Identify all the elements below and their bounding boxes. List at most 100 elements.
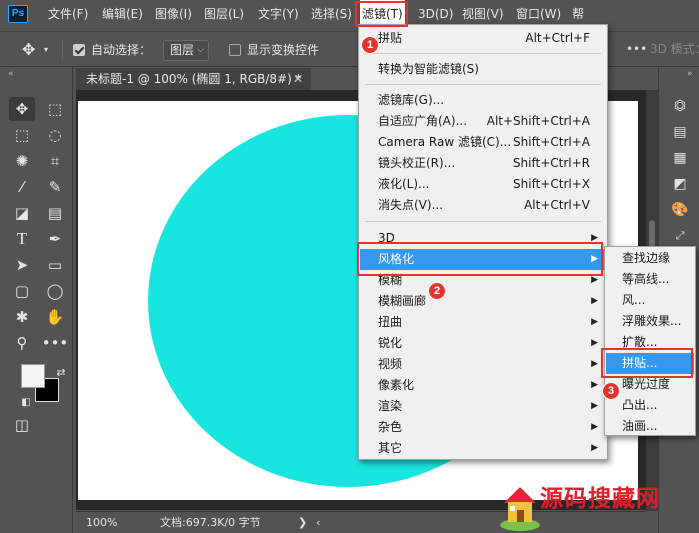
paths-panel-icon[interactable]: ⤢ [671,227,689,245]
shortcut-label: Shift+Ctrl+A [513,135,590,149]
menu-item-label: 杂色 [378,420,403,434]
step-badge-2: 2 [428,282,446,300]
status-bar: 100% 文档:697.3K/0 字节 ❯ ‹ [76,511,646,533]
filter-sharpen[interactable]: 锐化 ▶ [360,333,606,354]
more-options-icon[interactable]: ••• [626,42,647,56]
menu-separator [365,84,601,85]
type-tool-icon[interactable]: T [9,227,35,251]
auto-select-label: 自动选择： [91,43,152,57]
menu-separator [365,221,601,222]
stylize-find-edges[interactable]: 查找边缘 [606,248,694,269]
lasso-tool-icon[interactable]: ◌ [42,123,68,147]
stylize-tiles[interactable]: 拼贴... [606,353,694,374]
color-palette-icon[interactable]: 🎨 [671,201,689,219]
auto-select-checkbox[interactable] [73,44,85,56]
filter-render[interactable]: 渲染 ▶ [360,396,606,417]
filter-last-tiles[interactable]: 拼贴 Alt+Ctrl+F [360,28,606,49]
eyedropper-tool-icon[interactable]: ⁄ [9,175,35,199]
submenu-arrow-icon: ▶ [591,296,598,306]
stylize-trace-contour[interactable]: 等高线... [606,269,694,290]
filter-stylize[interactable]: 风格化 ▶ [360,249,606,270]
quick-selection-tool-icon[interactable]: ✺ [9,149,35,173]
eraser-tool-icon[interactable]: ◪ [9,201,35,225]
menu-item-label: 镜头校正(R)... [378,156,456,170]
filter-lens-correction[interactable]: 镜头校正(R)... Shift+Ctrl+R [360,153,606,174]
filter-convert-smart[interactable]: 转换为智能滤镜(S) [360,59,606,80]
submenu-arrow-icon: ▶ [591,317,598,327]
menu-item-label: 滤镜库(G)... [378,93,445,107]
rounded-rectangle-tool-icon[interactable]: ▢ [9,279,35,303]
menu-type[interactable]: 文字(Y) [258,0,299,28]
show-transform-checkbox[interactable] [229,44,241,56]
artboard-tool-icon[interactable]: ⬚ [42,97,68,121]
rectangular-marquee-tool-icon[interactable]: ⬚ [9,123,35,147]
auto-select-target-value: 图层 [170,43,195,57]
crop-tool-icon[interactable]: ⌗ [42,149,68,173]
ellipse-tool-icon[interactable]: ◯ [42,279,68,303]
menu-file[interactable]: 文件(F) [48,0,88,28]
filter-gallery[interactable]: 滤镜库(G)... [360,90,606,111]
filter-adaptive-wide-angle[interactable]: 自适应广角(A)... Alt+Shift+Ctrl+A [360,111,606,132]
submenu-arrow-icon: ▶ [591,254,598,264]
stylize-extrude[interactable]: 凸出... [606,395,694,416]
filter-blur[interactable]: 模糊 ▶ [360,270,606,291]
layers-panel-icon[interactable]: ▦ [671,149,689,167]
stylize-oil-paint[interactable]: 油画... [606,416,694,437]
filter-vanishing-point[interactable]: 消失点(V)... Alt+Ctrl+V [360,195,606,216]
zoom-level[interactable]: 100% [86,512,117,533]
more-tools-icon[interactable]: ••• [42,331,69,355]
filter-blur-gallery[interactable]: 模糊画廊 ▶ [360,291,606,312]
shortcut-label: Shift+Ctrl+X [513,177,590,191]
scroll-left-icon[interactable]: ‹ [316,512,320,533]
document-title: 未标题-1 @ 100% (椭圆 1, RGB/8#) * [86,72,302,86]
shortcut-label: Shift+Ctrl+R [512,156,590,170]
gradient-tool-icon[interactable]: ▤ [42,201,68,225]
chevron-down-icon: ⌵ [197,45,204,55]
auto-select-target-dropdown[interactable]: 图层 ⌵ [163,40,209,61]
menu-item-label: 拼贴 [378,31,403,45]
properties-panel-icon[interactable]: ▤ [671,123,689,141]
menu-image[interactable]: 图像(I) [155,0,192,28]
swap-colors-icon[interactable]: ⇄ [48,360,74,384]
menu-select[interactable]: 选择(S) [311,0,352,28]
filter-liquify[interactable]: 液化(L)... Shift+Ctrl+X [360,174,606,195]
filter-other[interactable]: 其它 ▶ [360,438,606,459]
stylize-diffuse[interactable]: 扩散... [606,332,694,353]
collapse-arrows-icon[interactable]: « [8,69,14,79]
quick-mask-icon[interactable]: ◫ [9,413,35,437]
foreground-color-swatch[interactable] [21,364,45,388]
history-panel-icon[interactable]: ⏣ [671,97,689,115]
status-menu-arrow-icon[interactable]: ❯ [298,512,307,533]
close-icon[interactable]: ✕ [293,68,303,90]
collapse-arrows-icon[interactable]: » [687,69,693,79]
brush-tool-icon[interactable]: ✎ [42,175,68,199]
filter-video[interactable]: 视频 ▶ [360,354,606,375]
filter-3d[interactable]: 3D ▶ [360,228,606,249]
custom-shape-tool-icon[interactable]: ✱ [9,305,35,329]
move-tool-icon[interactable]: ✥ [9,97,35,121]
filter-noise[interactable]: 杂色 ▶ [360,417,606,438]
adjustments-panel-icon[interactable]: ◩ [671,175,689,193]
filter-pixelate[interactable]: 像素化 ▶ [360,375,606,396]
menu-item-label: 像素化 [378,378,415,392]
rectangle-tool-icon[interactable]: ▭ [42,253,68,277]
filter-camera-raw[interactable]: Camera Raw 滤镜(C)... Shift+Ctrl+A [360,132,606,153]
menu-layer[interactable]: 图层(L) [204,0,244,28]
stylize-wind[interactable]: 风... [606,290,694,311]
stylize-submenu: 查找边缘 等高线... 风... 浮雕效果... 扩散... 拼贴... 曝光过… [604,246,696,436]
path-selection-tool-icon[interactable]: ➤ [9,253,35,277]
document-tab[interactable]: 未标题-1 @ 100% (椭圆 1, RGB/8#) * ✕ [76,67,311,90]
menu-edit[interactable]: 编辑(E) [102,0,143,28]
hand-tool-icon[interactable]: ✋ [42,305,68,329]
stylize-emboss[interactable]: 浮雕效果... [606,311,694,332]
default-colors-icon[interactable]: ◧ [13,390,39,414]
zoom-tool-icon[interactable]: ⚲ [9,331,35,355]
menu-item-label: 模糊 [378,273,403,287]
menu-item-label: 消失点(V)... [378,198,444,212]
shortcut-label: Alt+Shift+Ctrl+A [486,114,590,128]
tool-preset-chevron-icon[interactable]: ▾ [44,32,48,68]
pen-tool-icon[interactable]: ✒ [42,227,68,251]
menu-item-label: 转换为智能滤镜(S) [378,62,479,76]
filter-distort[interactable]: 扭曲 ▶ [360,312,606,333]
move-tool-icon[interactable]: ✥ [22,32,35,68]
